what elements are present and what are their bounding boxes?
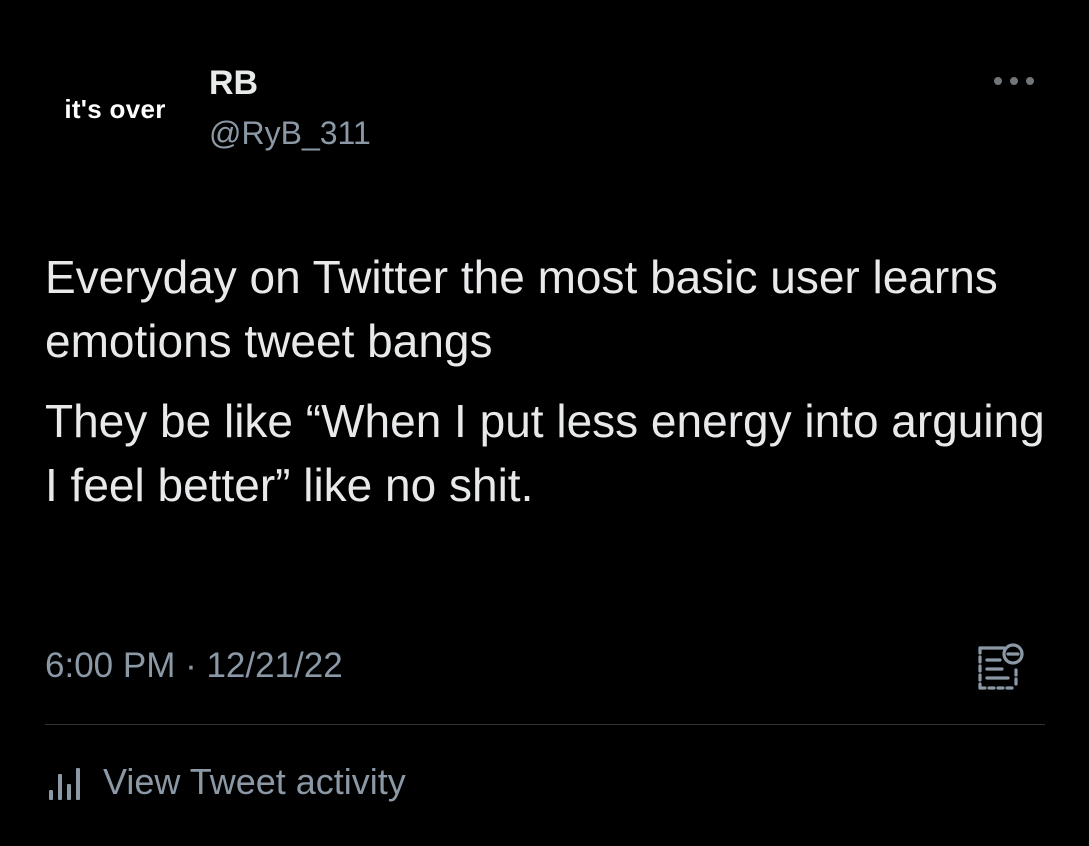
dot <box>1026 77 1034 85</box>
dot <box>1010 77 1018 85</box>
view-tweet-activity-link[interactable]: View Tweet activity <box>45 760 406 804</box>
user-handle[interactable]: @RyB_311 <box>209 113 371 153</box>
more-options-icon[interactable] <box>988 68 1040 94</box>
tweet-paragraph: They be like “When I put less energy int… <box>45 395 1045 511</box>
display-name[interactable]: RB <box>209 63 258 103</box>
avatar-text: it's over <box>64 93 166 124</box>
view-tweet-activity-label: View Tweet activity <box>103 761 406 802</box>
tweet-text: Everyday on Twitter the most basic user … <box>45 245 1045 517</box>
tweet-card: it's over RB @RyB_311 Everyday on Twitte… <box>0 0 1089 846</box>
tweet-timestamp[interactable]: 6:00 PM · 12/21/22 <box>45 644 343 688</box>
edit-history-icon[interactable] <box>972 640 1028 696</box>
dot <box>994 77 1002 85</box>
divider <box>45 724 1045 725</box>
avatar[interactable]: it's over <box>40 40 190 180</box>
tweet-paragraph: Everyday on Twitter the most basic user … <box>45 251 998 367</box>
analytics-bars-icon <box>49 768 80 800</box>
